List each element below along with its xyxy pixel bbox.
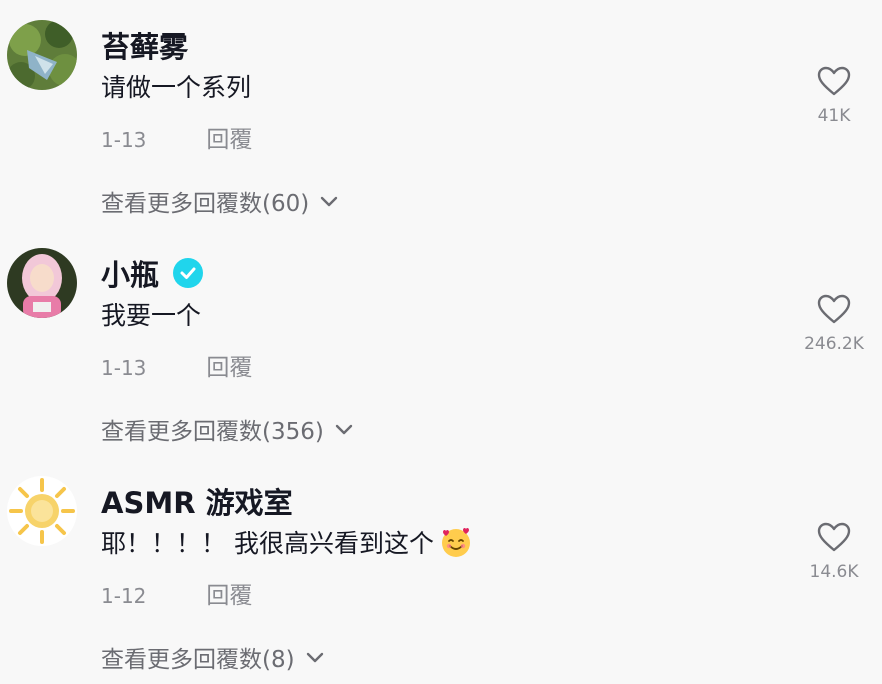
comment-text: 耶！！！！ 我很高兴看到这个 <box>101 524 472 560</box>
comment-username[interactable]: 苔藓雾 <box>101 24 188 66</box>
like-button[interactable]: 14.6K <box>794 522 874 582</box>
avatar[interactable] <box>7 476 77 546</box>
chevron-down-icon <box>305 644 325 670</box>
comment-date: 1-13 <box>101 356 147 380</box>
chevron-down-icon <box>334 416 354 442</box>
avatar[interactable] <box>7 20 77 90</box>
view-more-replies-button[interactable]: 查看更多回覆数(60) <box>101 184 339 218</box>
view-more-replies-label: 查看更多回覆数(356) <box>101 419 324 445</box>
username-label: 小瓶 <box>101 258 160 292</box>
view-more-replies-label: 查看更多回覆数(60) <box>101 191 310 217</box>
comment-date: 1-13 <box>101 128 147 152</box>
like-button[interactable]: 41K <box>794 66 874 126</box>
comment-item: ASMR 游戏室 耶！！！！ 我很高兴看到这个 1-12 回覆 查看更多回覆数(8… <box>0 456 882 684</box>
view-more-replies-label: 查看更多回覆数(8) <box>101 647 295 673</box>
heart-outline-icon <box>817 522 851 556</box>
heart-outline-icon <box>817 294 851 328</box>
view-more-replies-button[interactable]: 查看更多回覆数(8) <box>101 640 325 674</box>
view-more-replies-button[interactable]: 查看更多回覆数(356) <box>101 412 354 446</box>
comment-date: 1-12 <box>101 584 147 608</box>
comment-username[interactable]: 小瓶 <box>101 252 204 294</box>
username-label: ASMR 游戏室 <box>101 486 293 520</box>
comment-username[interactable]: ASMR 游戏室 <box>101 480 293 522</box>
username-label: 苔藓雾 <box>101 30 189 64</box>
comment-text-label: 请做一个系列 <box>101 73 252 102</box>
comment-text: 请做一个系列 <box>101 68 251 104</box>
heart-outline-icon <box>817 66 851 100</box>
comment-meta: 1-13 回覆 <box>101 348 252 382</box>
like-count: 41K <box>817 106 851 126</box>
comment-item: 小瓶 我要一个 1-13 回覆 查看更多回覆数(356) 246.2K <box>0 228 882 456</box>
comment-item: 苔藓雾 请做一个系列 1-13 回覆 查看更多回覆数(60) 41K <box>0 0 882 228</box>
chevron-down-icon <box>319 188 339 214</box>
reply-button[interactable]: 回覆 <box>206 127 252 153</box>
avatar[interactable] <box>7 248 77 318</box>
verified-check-icon <box>173 258 204 288</box>
comment-text-label: 我要一个 <box>101 301 202 330</box>
reply-button[interactable]: 回覆 <box>206 355 252 381</box>
reply-button[interactable]: 回覆 <box>206 583 252 609</box>
comment-text: 我要一个 <box>101 296 201 332</box>
comment-text-label: 耶！！！！ 我很高兴看到这个 <box>101 529 434 558</box>
like-button[interactable]: 246.2K <box>794 294 874 354</box>
comment-meta: 1-13 回覆 <box>101 120 252 154</box>
comment-meta: 1-12 回覆 <box>101 576 252 610</box>
smiling-face-with-hearts-emoji <box>440 526 472 558</box>
like-count: 14.6K <box>809 562 859 582</box>
like-count: 246.2K <box>804 334 864 354</box>
